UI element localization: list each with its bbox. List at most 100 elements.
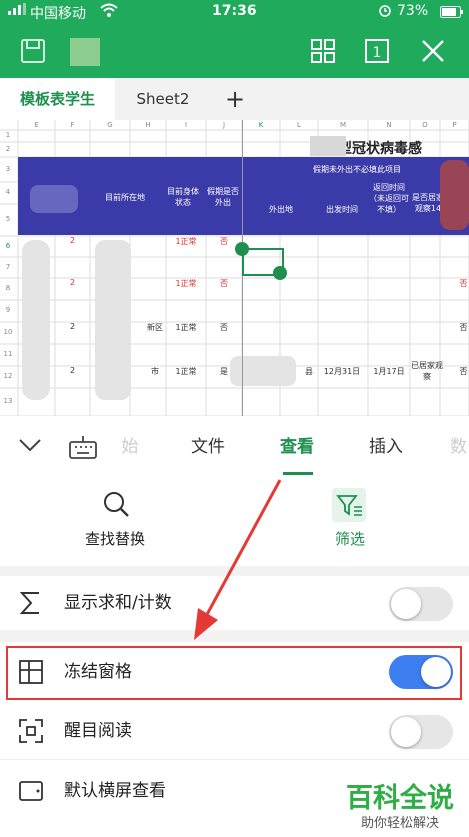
row-header[interactable]: 13 <box>0 397 16 405</box>
annotation-arrow <box>194 479 282 640</box>
column-header[interactable]: M <box>318 121 368 129</box>
column-header[interactable]: N <box>368 121 410 129</box>
cell-h11[interactable]: 市 <box>144 366 166 377</box>
redacted-title <box>310 136 346 156</box>
focus-reading-toggle[interactable] <box>389 715 453 749</box>
redacted-edge <box>440 160 469 230</box>
tab-start-partial[interactable]: 始 <box>115 416 145 478</box>
row-header[interactable]: 7 <box>0 263 16 271</box>
cell-f5[interactable]: 2 <box>55 236 90 245</box>
row-header[interactable]: 8 <box>0 284 16 292</box>
cell-j7[interactable]: 否 <box>206 278 242 289</box>
tab-template-students[interactable]: 模板表学生 <box>0 78 115 120</box>
tab-sheet2[interactable]: Sheet2 <box>118 78 208 120</box>
divider <box>0 759 469 760</box>
cell-f11[interactable]: 2 <box>55 366 90 375</box>
filter-button[interactable]: 筛选 <box>300 486 400 556</box>
status-bar: 中国移动 17:36 73% <box>0 0 469 24</box>
row-header[interactable]: 11 <box>0 350 16 358</box>
signal-icon <box>8 3 26 19</box>
avatar[interactable] <box>70 38 100 66</box>
column-header[interactable]: G <box>90 121 130 129</box>
row-header[interactable]: 6 <box>0 242 16 250</box>
header-depart: 出发时间 <box>326 205 358 214</box>
cell-i7[interactable]: 1正常 <box>166 278 206 289</box>
row-header[interactable]: 2 <box>0 145 16 153</box>
row-header[interactable]: 9 <box>0 306 16 314</box>
cell-m11[interactable]: 12月31日 <box>318 366 366 377</box>
row-header[interactable]: 12 <box>0 372 16 380</box>
column-header[interactable]: L <box>280 121 318 129</box>
column-header[interactable]: H <box>130 121 166 129</box>
cell-i5[interactable]: 1正常 <box>166 236 206 247</box>
cell-o11[interactable]: 已居家观察 <box>410 360 444 382</box>
keyboard-icon[interactable] <box>68 434 98 464</box>
cell-edge-9[interactable]: 否 <box>458 322 469 333</box>
show-sum-count-toggle[interactable] <box>389 587 453 621</box>
app-title-bar: 1 <box>0 24 469 78</box>
cell-i11[interactable]: 1正常 <box>166 366 206 377</box>
find-replace-button[interactable]: 查找替换 <box>60 486 170 556</box>
tab-insert[interactable]: 插入 <box>358 416 414 478</box>
cell-l11[interactable]: 县 <box>300 366 318 377</box>
row-header[interactable]: 4 <box>0 188 16 196</box>
cell-i9[interactable]: 1正常 <box>166 322 206 333</box>
cell-h9[interactable]: 新区 <box>144 322 166 333</box>
battery-label: 73% <box>397 3 429 19</box>
cell-j9[interactable]: 否 <box>206 322 242 333</box>
clock: 17:36 <box>212 3 257 19</box>
selection-handle-end[interactable] <box>273 266 287 280</box>
header-health: 目前身体状态 <box>167 187 199 207</box>
close-icon[interactable] <box>420 38 446 68</box>
save-icon[interactable] <box>20 38 46 68</box>
cell-edge-7[interactable]: 否 <box>458 278 469 289</box>
cell-n11[interactable]: 1月17日 <box>368 366 410 377</box>
carrier-label: 中国移动 <box>30 6 86 22</box>
header-outing: 假期是否外出 <box>207 187 239 207</box>
chevron-down-icon[interactable] <box>18 437 42 457</box>
row-header[interactable]: 1 <box>0 131 16 139</box>
sheet-tabs: 模板表学生 Sheet2 + <box>0 78 469 121</box>
cell-f9[interactable]: 2 <box>55 322 90 331</box>
column-header[interactable]: F <box>55 121 90 129</box>
default-landscape-label: 默认横屏查看 <box>64 781 166 801</box>
redacted-names <box>22 240 50 400</box>
tab-view[interactable]: 查看 <box>268 416 326 478</box>
svg-text:1: 1 <box>373 45 382 61</box>
focus-reading-label: 醒目阅读 <box>64 721 132 741</box>
add-sheet-button[interactable]: + <box>215 78 255 120</box>
header-holiday: 假期未外出不必填此项目 <box>313 165 401 174</box>
cell-f7[interactable]: 2 <box>55 278 90 287</box>
selection-handle-start[interactable] <box>235 242 249 256</box>
battery-icon <box>440 6 464 22</box>
filter-icon <box>332 488 366 526</box>
column-header[interactable]: E <box>18 121 55 129</box>
column-header[interactable]: I <box>166 121 206 129</box>
row-header[interactable]: 10 <box>0 328 16 336</box>
spreadsheet-grid[interactable]: EFGHIJKLMNOP 1 2 3 4 5 6 7 8 9 10 11 12 13 对新型冠状病毒感 … <box>0 120 469 416</box>
column-header[interactable]: P <box>440 121 469 129</box>
wifi-icon <box>100 3 118 21</box>
tab-file[interactable]: 文件 <box>180 416 236 478</box>
toggle-knob <box>391 717 421 747</box>
alarm-icon <box>378 3 392 21</box>
focus-reading-icon <box>18 718 44 748</box>
column-header[interactable]: J <box>206 121 242 129</box>
header-destination: 外出地 <box>269 205 293 214</box>
row-focus-reading[interactable]: 醒目阅读 <box>0 704 469 758</box>
landscape-icon <box>18 780 44 806</box>
find-replace-label: 查找替换 <box>84 530 145 548</box>
tab-data-partial[interactable]: 数 <box>448 416 469 478</box>
toggle-knob <box>391 589 421 619</box>
window-count-icon[interactable]: 1 <box>364 38 390 68</box>
search-icon <box>102 490 130 522</box>
column-header[interactable]: K <box>242 121 280 129</box>
grid-view-icon[interactable] <box>310 38 336 68</box>
sigma-icon <box>18 590 44 620</box>
column-header[interactable]: O <box>410 121 440 129</box>
cell-edge-11[interactable]: 否 <box>458 366 469 377</box>
row-header[interactable]: 5 <box>0 215 16 223</box>
redacted-header <box>30 185 78 213</box>
header-return: 返回时间（未返回可不填） <box>369 183 409 214</box>
row-header[interactable]: 3 <box>0 165 16 173</box>
